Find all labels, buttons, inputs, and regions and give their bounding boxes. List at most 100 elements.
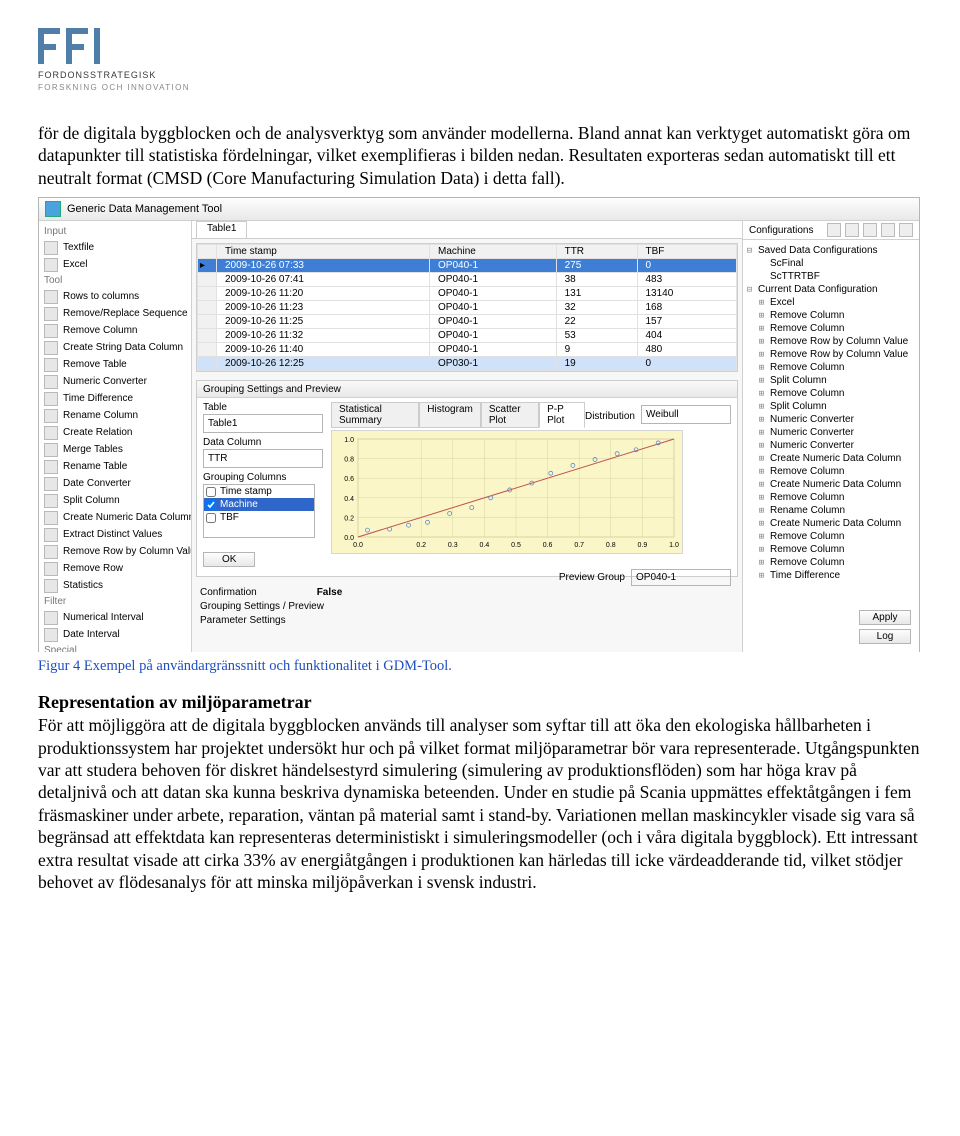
palette-item[interactable]: Numerical Interval	[39, 609, 191, 626]
expand-icon[interactable]: ⊞	[757, 415, 766, 425]
palette-item[interactable]: Time Difference	[39, 390, 191, 407]
palette-item[interactable]: Rename Column	[39, 407, 191, 424]
grouping-columns-list[interactable]: Time stampMachineTBF	[203, 484, 315, 538]
table-row[interactable]: 2009-10-26 11:20OP040-113113140	[198, 287, 737, 301]
tree-node[interactable]: ⊞Create Numeric Data Column	[745, 452, 917, 465]
tree-node[interactable]: ⊞Remove Column	[745, 491, 917, 504]
table-row[interactable]: 2009-10-26 11:23OP040-132168	[198, 301, 737, 315]
palette-item[interactable]: Textfile	[39, 239, 191, 256]
column-header[interactable]: TBF	[637, 245, 737, 259]
palette-item[interactable]: Merge Tables	[39, 441, 191, 458]
checkbox[interactable]	[206, 487, 216, 497]
palette-item[interactable]: Create Relation	[39, 424, 191, 441]
palette-item[interactable]: Remove/Replace Sequence	[39, 305, 191, 322]
checkbox[interactable]	[206, 513, 216, 523]
table-row[interactable]: 2009-10-26 11:25OP040-122157	[198, 315, 737, 329]
tree-node[interactable]: ⊞Split Column	[745, 374, 917, 387]
column-header[interactable]: TTR	[556, 245, 637, 259]
table-tab[interactable]: Table1	[196, 221, 247, 238]
palette-item[interactable]: Split Column	[39, 492, 191, 509]
expand-icon[interactable]: ⊞	[757, 480, 766, 490]
expand-icon[interactable]: ⊞	[757, 532, 766, 542]
expand-icon[interactable]: ⊞	[757, 506, 766, 516]
palette-item[interactable]: Remove Table	[39, 356, 191, 373]
log-button[interactable]: Log	[859, 629, 911, 644]
expand-icon[interactable]: ⊞	[757, 454, 766, 464]
expand-icon[interactable]: ⊞	[757, 376, 766, 386]
config-new-icon[interactable]	[827, 223, 841, 237]
expand-icon[interactable]: ⊞	[757, 545, 766, 555]
expand-icon[interactable]: ⊞	[757, 324, 766, 334]
column-header[interactable]: Machine	[430, 245, 557, 259]
checkbox[interactable]	[206, 500, 216, 510]
table-select[interactable]: Table1	[203, 414, 323, 433]
config-play-icon[interactable]	[881, 223, 895, 237]
column-header[interactable]	[198, 245, 217, 259]
expand-icon[interactable]: ⊞	[757, 441, 766, 451]
tree-node[interactable]: ⊞Remove Column	[745, 465, 917, 478]
tree-node[interactable]: ⊞Excel	[745, 296, 917, 309]
tree-node[interactable]: ⊞Remove Column	[745, 556, 917, 569]
tree-node[interactable]: ⊞Create Numeric Data Column	[745, 517, 917, 530]
expand-icon[interactable]: ⊞	[757, 519, 766, 529]
palette-item[interactable]: Rows to columns	[39, 288, 191, 305]
expand-icon[interactable]: ⊞	[757, 558, 766, 568]
expand-icon[interactable]: ⊞	[757, 493, 766, 503]
tree-node[interactable]: ⊞Remove Column	[745, 322, 917, 335]
palette-item[interactable]: Remove Column	[39, 322, 191, 339]
palette-item[interactable]: Date Interval	[39, 626, 191, 643]
tree-node[interactable]: ⊞Remove Column	[745, 530, 917, 543]
grouping-item[interactable]: Machine	[204, 498, 314, 511]
tree-node[interactable]: ⊞Time Difference	[745, 569, 917, 582]
table-row[interactable]: 2009-10-26 07:41OP040-138483	[198, 273, 737, 287]
expand-icon[interactable]: ⊞	[757, 428, 766, 438]
config-remove-icon[interactable]	[863, 223, 877, 237]
expand-icon[interactable]: ⊞	[757, 402, 766, 412]
preview-group-value[interactable]: OP040-1	[631, 569, 731, 586]
expand-icon[interactable]: ⊞	[757, 389, 766, 399]
tree-node[interactable]: ⊞Create Numeric Data Column	[745, 478, 917, 491]
apply-button[interactable]: Apply	[859, 610, 911, 625]
tree-node[interactable]: ScFinal	[745, 257, 917, 270]
palette-item[interactable]: Statistics	[39, 577, 191, 594]
palette-item[interactable]: Date Converter	[39, 475, 191, 492]
stat-subtab[interactable]: Histogram	[419, 402, 481, 428]
tree-node[interactable]: ⊞Rename Column	[745, 504, 917, 517]
tree-node[interactable]: ⊞Numeric Converter	[745, 439, 917, 452]
expand-icon[interactable]: ⊞	[757, 363, 766, 373]
distribution-select[interactable]: Weibull	[641, 405, 731, 424]
ok-button[interactable]: OK	[203, 552, 255, 567]
expand-icon[interactable]: ⊟	[745, 246, 754, 256]
tree-node[interactable]: ⊟Current Data Configuration	[745, 283, 917, 296]
stat-subtab[interactable]: Scatter Plot	[481, 402, 539, 428]
tree-node[interactable]: ⊞Remove Column	[745, 309, 917, 322]
table-row[interactable]: 2009-10-26 12:25OP030-1190	[198, 357, 737, 371]
config-stop-icon[interactable]	[899, 223, 913, 237]
expand-icon[interactable]: ⊞	[757, 337, 766, 347]
grouping-item[interactable]: TBF	[204, 511, 314, 524]
grouping-item[interactable]: Time stamp	[204, 485, 314, 498]
tree-node[interactable]: ⊞Remove Row by Column Value	[745, 335, 917, 348]
palette-item[interactable]: Rename Table	[39, 458, 191, 475]
tree-node[interactable]: ⊞Remove Row by Column Value	[745, 348, 917, 361]
tree-node[interactable]: ⊞Remove Column	[745, 387, 917, 400]
expand-icon[interactable]: ⊞	[757, 571, 766, 581]
palette-item[interactable]: Create Numeric Data Column	[39, 509, 191, 526]
stat-subtab[interactable]: Statistical Summary	[331, 402, 419, 428]
column-header[interactable]: Time stamp	[217, 245, 430, 259]
expand-icon[interactable]: ⊞	[757, 350, 766, 360]
tree-node[interactable]: ScTTRTBF	[745, 270, 917, 283]
tree-node[interactable]: ⊞Remove Column	[745, 543, 917, 556]
tree-node[interactable]: ⊞Remove Column	[745, 361, 917, 374]
tree-node[interactable]: ⊞Split Column	[745, 400, 917, 413]
table-row[interactable]: 2009-10-26 11:40OP040-19480	[198, 343, 737, 357]
data-column-select[interactable]: TTR	[203, 449, 323, 468]
table-row[interactable]: 2009-10-26 11:32OP040-153404	[198, 329, 737, 343]
table-row[interactable]: ▸2009-10-26 07:33OP040-12750	[198, 259, 737, 273]
config-open-icon[interactable]	[845, 223, 859, 237]
palette-item[interactable]: Remove Row	[39, 560, 191, 577]
expand-icon[interactable]: ⊞	[757, 311, 766, 321]
palette-item[interactable]: Remove Row by Column Value	[39, 543, 191, 560]
expand-icon[interactable]: ⊞	[757, 298, 766, 308]
tree-node[interactable]: ⊟Saved Data Configurations	[745, 244, 917, 257]
